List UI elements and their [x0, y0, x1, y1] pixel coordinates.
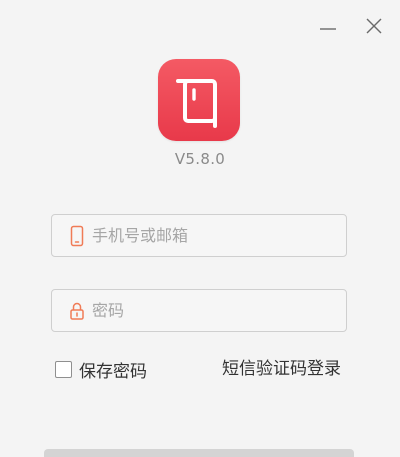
account-input[interactable] — [92, 215, 337, 256]
close-button[interactable] — [362, 14, 386, 38]
minimize-icon — [320, 28, 336, 30]
phone-icon — [70, 225, 84, 247]
app-logo — [158, 59, 240, 141]
password-field[interactable] — [51, 289, 347, 332]
remember-password-checkbox[interactable] — [55, 360, 72, 378]
remember-password-label: 保存密码 — [79, 361, 147, 382]
close-icon — [366, 18, 382, 34]
app-version: V5.8.0 — [174, 150, 226, 168]
sms-code-login-link[interactable]: 短信验证码登录 — [222, 358, 341, 380]
account-field[interactable] — [51, 214, 347, 257]
remember-password[interactable]: 保存密码 — [55, 358, 147, 382]
minimize-button[interactable] — [316, 14, 340, 38]
login-button[interactable] — [44, 449, 354, 457]
login-window: V5.8.0 保存密码 短信验证码登录 — [0, 0, 400, 457]
lock-icon — [70, 302, 84, 320]
app-logo-icon — [176, 79, 217, 128]
password-input[interactable] — [92, 290, 337, 331]
